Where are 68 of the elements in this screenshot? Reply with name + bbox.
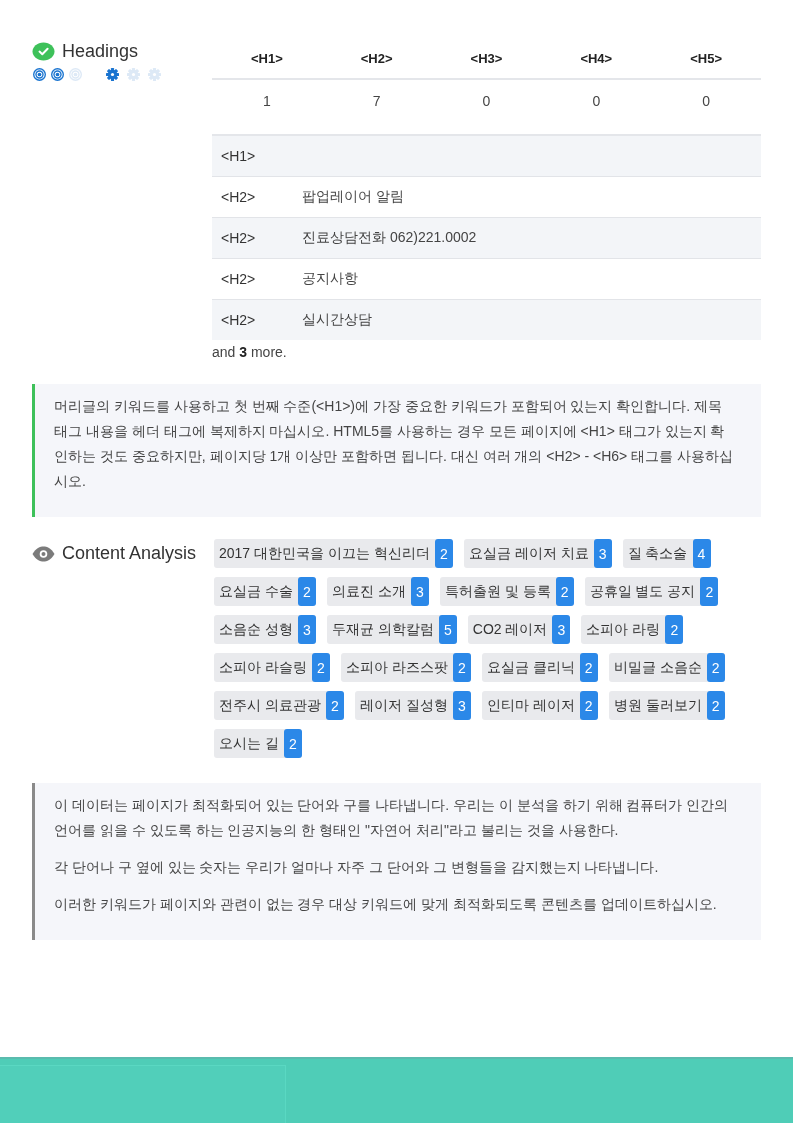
table-cell-text: <H2> (220, 271, 257, 287)
table-cell-text: 0 (591, 92, 602, 111)
section-title: Content Analysis (62, 543, 197, 564)
keyword: 질 축소술 (626, 544, 689, 563)
count-badge: 3 (452, 691, 471, 720)
info-text: 각 단어나 구 옆에 있는 숫자는 우리가 얼마나 자주 그 단어와 그 변형들을 감지했는지 나타냅니다. (54, 858, 660, 877)
table-cell-text: <H2> (220, 230, 257, 246)
keyword: 소음순 성형 (218, 620, 294, 639)
eye-icon (32, 545, 55, 562)
info-text: 이 데이터는 페이지가 최적화되어 있는 단어와 구를 나타냅니다. 우리는 이 분석을 하기 위해 컴퓨터가 인간의 언어를 읽을 수 있도록 하는 인공지능의 한 형태인 "자연어 처리"라고 불리는 것을 사용한다. (54, 796, 730, 840)
keyword: 공휴일 별도 공지 (588, 582, 697, 601)
column-header: <H4> (541, 38, 652, 80)
table-cell-text: <H2> (220, 189, 257, 205)
table-cell: 실시간상담 (302, 311, 372, 329)
keyword: 오시는 길 (218, 734, 280, 753)
count-badge: 2 (311, 653, 330, 682)
keyword: 2017 대한민국을 이끄는 혁신리더 (218, 544, 431, 563)
check-icon (32, 41, 55, 61)
keyword: 요실금 수술 (218, 582, 294, 601)
table-cell-text: <H1> (220, 148, 257, 164)
table-cell-text: 7 (371, 92, 382, 111)
keyword: 레이저 질성형 (358, 696, 449, 715)
count-badge: 2 (452, 653, 471, 682)
count-badge: 2 (579, 653, 598, 682)
column-header: <H1> (212, 38, 322, 80)
count-badge: 3 (410, 577, 429, 606)
count-badge: 4 (692, 539, 711, 568)
keyword: 두재균 의학칼럼 (330, 620, 435, 639)
keyword: 요실금 클리닉 (485, 658, 576, 677)
count-badge: 2 (706, 653, 725, 682)
table-cell: 팝업레이어 알림 (302, 188, 404, 206)
count-badge: 3 (552, 615, 571, 644)
keyword: 의료진 소개 (330, 582, 407, 601)
info-text: 이러한 키워드가 페이지와 관련이 없는 경우 대상 키워드에 맞게 최적화되도록 콘텐츠를 업데이트하십시오. (54, 895, 718, 914)
table-cell-text: 1 (262, 92, 272, 111)
count-badge: 3 (593, 539, 612, 568)
count-badge: 2 (325, 691, 344, 720)
column-header: <H2> (321, 38, 432, 80)
keyword: 소피아 라슬링 (218, 658, 308, 677)
count-badge: 2 (579, 691, 598, 720)
count-badge: 2 (706, 691, 725, 720)
count-badge: 2 (665, 615, 684, 644)
keyword: 소피아 라링 (585, 620, 662, 639)
count-badge: 2 (283, 729, 302, 758)
count-badge: 2 (434, 539, 453, 568)
keyword: 인티마 레이저 (485, 696, 576, 715)
table-cell: 공지사항 (302, 270, 358, 288)
tip-text: 머리글의 키워드를 사용하고 첫 번째 수준(<H1>)에 가장 중요한 키워드가 포함되어 있는지 확인합니다. 제목 태그 내용을 헤더 태그에 복제하지 마십시오. HTML5를 사용하는 경우 모든 페이지에 <H1> 태그가 있는지 확인하는 것도 중요하지만, 페이지당 1개 이상만 포함하면 됩니다. 대신 여러 개의 <H2> - <H6> 태그를 사용하십시오. (54, 397, 735, 491)
keyword: 특허출원 및 등록 (443, 582, 552, 601)
count-badge: 2 (555, 577, 574, 606)
table-cell: 진료상담전화 062)221.0002 (302, 229, 477, 247)
section-title: Headings (62, 40, 139, 62)
keyword: 병원 둘러보기 (612, 696, 703, 715)
keyword: CO2 레이저 (471, 620, 549, 639)
keyword: 비밀글 소음순 (612, 658, 703, 677)
count-badge: 3 (297, 615, 316, 644)
count-badge: 5 (438, 615, 457, 644)
column-header: <H5> (651, 38, 761, 80)
table-cell-text: <H2> (220, 312, 257, 328)
keyword: 소피아 라즈스팟 (344, 658, 449, 677)
table-cell-text: 0 (701, 92, 711, 111)
count-badge: 2 (297, 577, 316, 606)
keyword: 요실금 레이저 치료 (467, 544, 590, 563)
count-badge: 2 (700, 577, 719, 606)
table-cell-text: 0 (481, 92, 492, 111)
more-text: and 3 more. (212, 343, 288, 362)
column-header: <H3> (431, 38, 542, 80)
keyword: 전주시 의료관광 (218, 696, 322, 715)
